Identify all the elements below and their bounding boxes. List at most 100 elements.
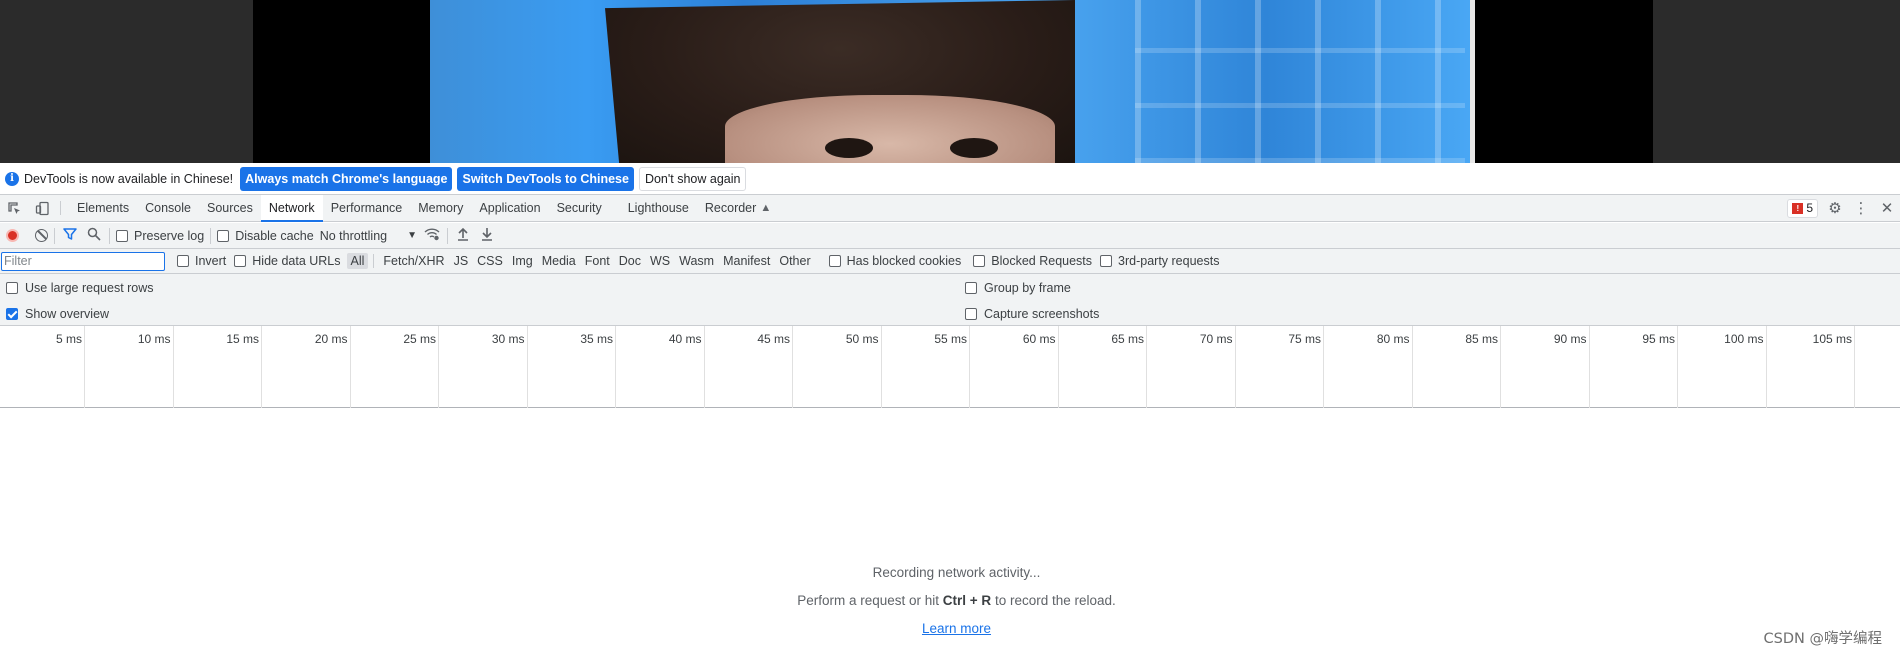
filter-funnel-icon[interactable] [61, 227, 79, 244]
tab-elements[interactable]: Elements [69, 195, 137, 221]
timeline-tick-label: 15 ms [174, 326, 262, 408]
type-filter-other[interactable]: Other [775, 253, 814, 269]
issue-flag-icon: ! [1792, 202, 1804, 214]
blocked-requests-label: Blocked Requests [991, 254, 1093, 268]
preserve-log-checkbox[interactable] [116, 229, 128, 242]
hide-data-urls-toggle[interactable]: Hide data URLs [234, 254, 341, 268]
tab-network[interactable]: Network [260, 195, 323, 222]
capture-screenshots-checkbox[interactable] [965, 308, 977, 320]
more-options-icon[interactable]: ⋮ [1852, 199, 1870, 217]
network-settings-pane: Use large request rows Group by frame Sh… [0, 274, 1900, 326]
filter-input[interactable]: Filter [1, 251, 165, 271]
type-filter-media[interactable]: Media [538, 253, 580, 269]
show-overview-checkbox[interactable] [6, 308, 18, 320]
tab-console[interactable]: Console [137, 195, 199, 221]
has-blocked-cookies-checkbox[interactable] [828, 255, 841, 267]
timeline-tick-label: 40 ms [616, 326, 705, 408]
timeline-tick-label: 85 ms [1413, 326, 1501, 408]
timeline-tick-label: 50 ms [793, 326, 882, 408]
disable-cache-toggle[interactable]: Disable cache [217, 229, 314, 243]
clear-icon[interactable] [35, 229, 48, 242]
timeline-tick-label: 20 ms [262, 326, 351, 408]
type-filter-doc[interactable]: Doc [615, 253, 645, 269]
timeline-tick-label: 90 ms [1501, 326, 1590, 408]
type-filter-all[interactable]: All [346, 253, 369, 269]
match-language-button[interactable]: Always match Chrome's language [240, 166, 453, 191]
tab-performance[interactable]: Performance [323, 195, 411, 221]
timeline-tick-label: 25 ms [351, 326, 439, 408]
type-filter-ws[interactable]: WS [646, 253, 674, 269]
hide-data-urls-checkbox[interactable] [234, 255, 247, 267]
tab-sources[interactable]: Sources [199, 195, 261, 221]
export-har-icon[interactable] [478, 227, 496, 244]
blocked-requests-checkbox[interactable] [973, 255, 986, 267]
video-image [430, 0, 1475, 163]
dont-show-again-button[interactable]: Don't show again [638, 166, 747, 191]
timeline-tick-label: 55 ms [882, 326, 970, 408]
tab-recorder[interactable]: Recorder ▲ [697, 195, 779, 221]
resource-type-filters: All Fetch/XHR JS CSS Img Media Font Doc … [346, 253, 815, 269]
tab-application[interactable]: Application [471, 195, 548, 221]
import-har-icon[interactable] [454, 227, 472, 244]
invert-toggle[interactable]: Invert [177, 254, 226, 268]
type-filter-font[interactable]: Font [581, 253, 614, 269]
network-overview-timeline[interactable]: 5 ms 10 ms 15 ms 20 ms 25 ms 30 ms 35 ms 40 ms 4… [0, 326, 1900, 408]
group-by-frame-label: Group by frame [984, 281, 1071, 295]
settings-gear-icon[interactable]: ⚙ [1826, 199, 1844, 217]
timeline-tick-label: 45 ms [705, 326, 793, 408]
hide-data-urls-label: Hide data URLs [252, 254, 341, 268]
capture-screenshots-toggle[interactable]: Capture screenshots [965, 307, 1099, 321]
large-rows-toggle[interactable]: Use large request rows [6, 281, 154, 295]
close-devtools-icon[interactable]: ✕ [1878, 199, 1896, 217]
timeline-tick-label: 35 ms [528, 326, 616, 408]
search-icon[interactable] [85, 227, 103, 244]
disable-cache-checkbox[interactable] [217, 229, 230, 242]
tab-security[interactable]: Security [549, 195, 610, 221]
learn-more-row: Learn more [0, 621, 1900, 636]
type-filter-fetch-xhr[interactable]: Fetch/XHR [379, 253, 448, 269]
preserve-log-toggle[interactable]: Preserve log [116, 229, 204, 243]
show-overview-toggle[interactable]: Show overview [6, 307, 109, 321]
tab-lighthouse[interactable]: Lighthouse [610, 195, 697, 221]
large-rows-label: Use large request rows [25, 281, 154, 295]
switch-language-button[interactable]: Switch DevTools to Chinese [457, 166, 634, 191]
preserve-log-label: Preserve log [134, 228, 205, 243]
group-by-frame-checkbox[interactable] [965, 282, 977, 294]
record-button-icon[interactable] [6, 229, 19, 242]
invert-checkbox[interactable] [177, 255, 189, 267]
type-filter-wasm[interactable]: Wasm [675, 253, 718, 269]
group-by-frame-toggle[interactable]: Group by frame [965, 281, 1071, 295]
type-separator [373, 254, 375, 268]
third-party-requests-toggle[interactable]: 3rd-party requests [1100, 254, 1219, 268]
page-viewport [0, 0, 1900, 163]
tab-recorder-label: Recorder [704, 201, 757, 215]
instruction-suffix: to record the reload. [994, 593, 1116, 608]
inspect-element-icon[interactable] [0, 195, 28, 221]
timeline-tick-label: 70 ms [1147, 326, 1236, 408]
learn-more-link[interactable]: Learn more [922, 621, 991, 636]
blocked-requests-toggle[interactable]: Blocked Requests [973, 254, 1092, 268]
type-filter-manifest[interactable]: Manifest [719, 253, 774, 269]
third-party-requests-checkbox[interactable] [1100, 255, 1113, 267]
toolbar-divider [109, 227, 110, 244]
dropdown-caret-icon: ▼ [407, 230, 418, 241]
info-icon: i [5, 171, 19, 186]
flask-icon: ▲ [760, 202, 772, 214]
timeline-tick-label: 10 ms [85, 326, 174, 408]
timeline-tick-label: 30 ms [439, 326, 528, 408]
type-filter-js[interactable]: JS [450, 253, 473, 269]
network-toolbar: Preserve log Disable cache No throttling… [0, 223, 1900, 249]
timeline-tick-label: 95 ms [1590, 326, 1678, 408]
network-conditions-icon[interactable] [423, 227, 441, 244]
timeline-tick-label: 80 ms [1324, 326, 1413, 408]
issues-badge[interactable]: ! 5 [1787, 198, 1818, 218]
type-filter-css[interactable]: CSS [473, 253, 507, 269]
type-filter-img[interactable]: Img [508, 253, 537, 269]
has-blocked-cookies-toggle[interactable]: Has blocked cookies [828, 254, 961, 268]
timeline-tick-label: 65 ms [1059, 326, 1147, 408]
device-toolbar-icon[interactable] [28, 195, 56, 221]
throttling-select[interactable]: No throttling ▼ [320, 229, 417, 243]
tab-memory[interactable]: Memory [410, 195, 471, 221]
toolbar-divider [447, 227, 449, 244]
large-rows-checkbox[interactable] [6, 282, 18, 294]
